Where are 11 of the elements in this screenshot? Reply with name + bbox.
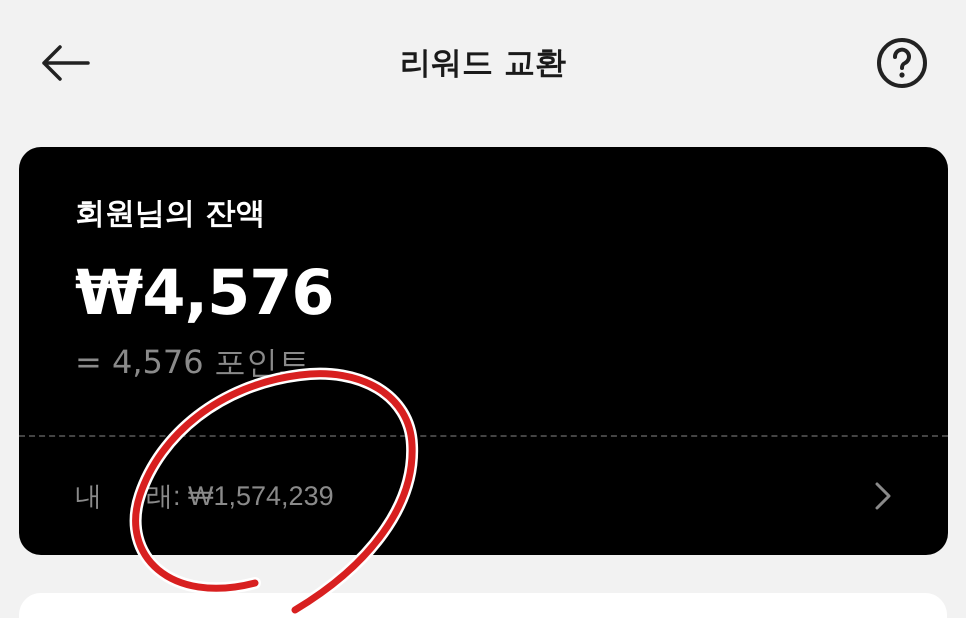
page-title: 리워드 교환	[400, 44, 566, 82]
transactions-row[interactable]: 내 래: ₩1,574,239	[19, 437, 948, 555]
transactions-label: 내	[75, 480, 102, 513]
help-icon	[876, 36, 928, 88]
balance-amount: ₩4,576	[75, 256, 334, 329]
back-button[interactable]	[40, 42, 90, 82]
balance-label: 회원님의 잔액	[75, 195, 266, 233]
transactions-amount: 래: ₩1,574,239	[146, 480, 334, 513]
back-arrow-icon	[40, 42, 90, 82]
help-button[interactable]	[876, 36, 928, 88]
chevron-right-icon	[874, 481, 892, 511]
